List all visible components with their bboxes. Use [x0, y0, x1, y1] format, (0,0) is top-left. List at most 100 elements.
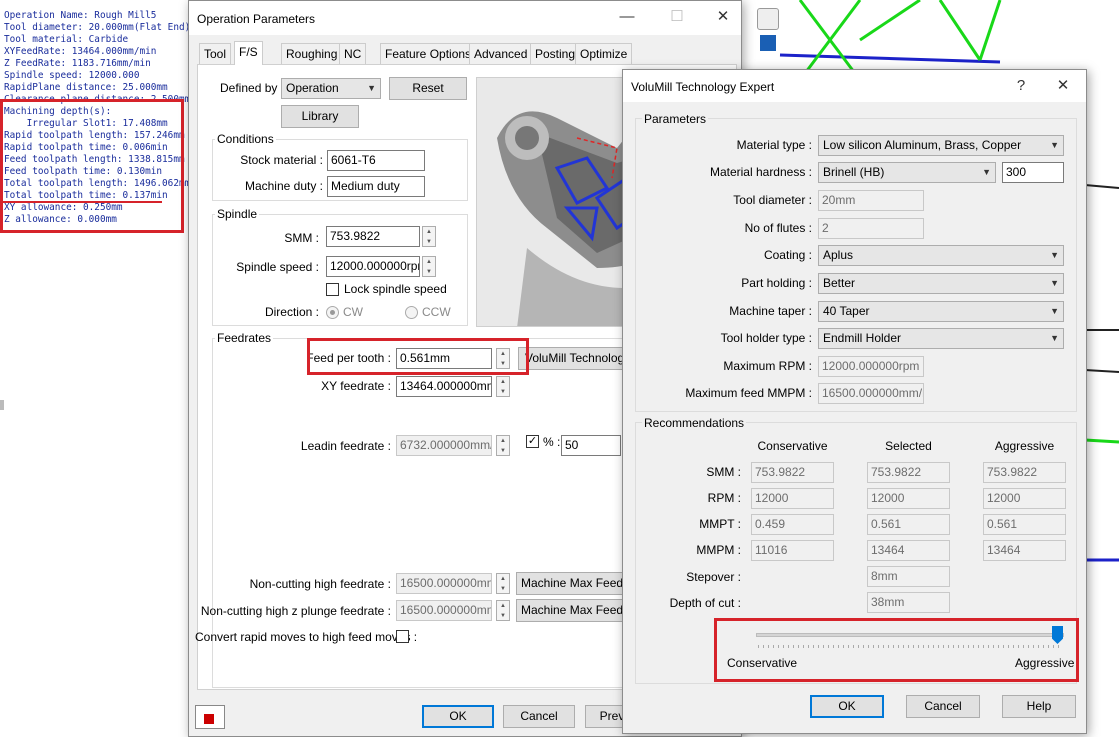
spindle-speed-field[interactable]: 12000.000000rpm: [326, 256, 420, 277]
smm-label: SMM :: [284, 231, 319, 245]
toolbar-icon-list[interactable]: [760, 35, 776, 51]
conditions-title: Conditions: [215, 132, 276, 146]
vm-cancel-button[interactable]: Cancel: [906, 695, 980, 718]
param-select[interactable]: Low silicon Aluminum, Brass, Copper ▼: [818, 135, 1064, 156]
rec-value: 0.561: [983, 514, 1066, 535]
op-ok-button[interactable]: OK: [422, 705, 494, 728]
param-select[interactable]: Brinell (HB) ▼: [818, 162, 996, 183]
smm-field[interactable]: 753.9822: [326, 226, 420, 247]
rec-value: 0.459: [751, 514, 834, 535]
chevron-down-icon: ▼: [1050, 250, 1059, 260]
vm-ok-button[interactable]: OK: [810, 695, 884, 718]
tab-f-s[interactable]: F/S: [234, 41, 263, 65]
feedrates-title: Feedrates: [215, 331, 274, 345]
rec-value: 13464: [867, 540, 950, 561]
titlebar: Operation Parameters — ☐ ✕: [189, 1, 741, 35]
lock-spindle-label: Lock spindle speed: [344, 282, 447, 296]
leadin-feedrate-field[interactable]: 6732.000000mm/m: [396, 435, 492, 456]
rec-label: MMPM :: [696, 543, 741, 557]
leadin-feedrate-spinner[interactable]: ▲ ▼: [496, 435, 510, 456]
noncutting-plunge-feedrate-spinner[interactable]: ▲ ▼: [496, 600, 510, 621]
rec-value: 12000: [867, 488, 950, 509]
lock-spindle-checkbox[interactable]: [326, 283, 339, 296]
percent-label: % :: [543, 435, 561, 449]
machine-duty-label: Machine duty :: [244, 179, 323, 193]
param-label: No of flutes :: [744, 221, 812, 235]
chevron-down-icon: ▼: [1050, 333, 1059, 343]
rec-value: 12000: [983, 488, 1066, 509]
tab-optimize[interactable]: Optimize: [575, 43, 633, 64]
param-label: Coating :: [763, 248, 812, 262]
machine-duty-field[interactable]: Medium duty: [327, 176, 425, 197]
stock-material-field[interactable]: 6061-T6: [327, 150, 425, 171]
param-field: 20mm: [818, 190, 924, 211]
param-select[interactable]: Better ▼: [818, 273, 1064, 294]
info-line: RapidPlane distance: 25.000mm: [4, 82, 168, 93]
library-button[interactable]: Library: [281, 105, 359, 128]
underline-total-time: [2, 201, 162, 203]
param-label: Maximum RPM :: [723, 359, 812, 373]
tab-tool[interactable]: Tool: [199, 43, 232, 64]
close-button[interactable]: ✕: [705, 1, 741, 33]
vm-help-button[interactable]: Help: [1002, 695, 1076, 718]
tab-roughing[interactable]: Roughing: [281, 43, 343, 64]
highlight-feed-per-tooth: [307, 338, 529, 375]
tab-advanced[interactable]: Advanced: [469, 43, 533, 64]
noncutting-high-feedrate-field[interactable]: 16500.000000mm/: [396, 573, 492, 594]
param-select[interactable]: 40 Taper ▼: [818, 301, 1064, 322]
param-label: Machine taper :: [729, 304, 812, 318]
op-cancel-button[interactable]: Cancel: [503, 705, 575, 728]
maximize-button[interactable]: ☐: [659, 1, 695, 33]
xy-feedrate-spinner[interactable]: ▲ ▼: [496, 376, 510, 397]
hardness-value-field[interactable]: 300: [1002, 162, 1064, 183]
cw-radio[interactable]: [326, 306, 339, 319]
param-select[interactable]: Endmill Holder ▼: [818, 328, 1064, 349]
help-icon[interactable]: ?: [1003, 70, 1039, 102]
defined-by-select[interactable]: Operation ▼: [281, 78, 381, 99]
noncutting-high-feedrate-spinner[interactable]: ▲ ▼: [496, 573, 510, 594]
param-label: Material hardness :: [709, 165, 812, 179]
leadin-percent-checkbox[interactable]: ✓: [526, 435, 539, 448]
chevron-down-icon: ▼: [367, 83, 376, 93]
rec-value: 753.9822: [983, 462, 1066, 483]
rec-value: 11016: [751, 540, 834, 561]
leadin-feedrate-label: Leadin feedrate :: [300, 439, 391, 453]
leadin-percent-field[interactable]: 50: [561, 435, 621, 456]
vm-close-button[interactable]: ✕: [1045, 70, 1081, 102]
ccw-radio[interactable]: [405, 306, 418, 319]
rec-label: SMM :: [706, 465, 741, 479]
reset-button[interactable]: Reset: [389, 77, 467, 100]
rec-label: RPM :: [707, 491, 741, 505]
rec-value: 12000: [751, 488, 834, 509]
param-select[interactable]: Aplus ▼: [818, 245, 1064, 266]
toolbar-icon-top[interactable]: [757, 8, 779, 30]
smm-spinner[interactable]: ▲ ▼: [422, 226, 436, 247]
tab-feature-options[interactable]: Feature Options: [380, 43, 477, 64]
spindle-speed-spinner[interactable]: ▲ ▼: [422, 256, 436, 277]
noncutting-plunge-feedrate-field[interactable]: 16500.000000mm/: [396, 600, 492, 621]
xy-feedrate-field[interactable]: 13464.000000mm/: [396, 376, 492, 397]
chevron-down-icon: ▼: [1050, 140, 1059, 150]
tab-nc[interactable]: NC: [339, 43, 367, 64]
left-edge-handle[interactable]: [0, 400, 4, 410]
param-field: 12000.000000rpm: [818, 356, 924, 377]
info-line: XYFeedRate: 13464.000mm/min: [4, 46, 157, 57]
highlight-slider: [714, 618, 1079, 682]
chevron-down-icon: ▼: [1050, 306, 1059, 316]
minimize-button[interactable]: —: [609, 1, 645, 33]
column-header: Aggressive: [994, 439, 1055, 453]
stepover-field: 8mm: [867, 566, 950, 587]
info-line: Tool material: Carbide: [4, 34, 129, 45]
highlight-toolpath-stats: [0, 99, 184, 233]
chevron-down-icon: ▼: [982, 167, 991, 177]
convert-rapid-checkbox[interactable]: [396, 630, 409, 643]
stock-material-label: Stock material :: [240, 153, 323, 167]
param-label: Tool holder type :: [720, 331, 812, 345]
rec-label: MMPT :: [699, 517, 741, 531]
toolpath-icon[interactable]: [195, 705, 225, 729]
column-header: Selected: [885, 439, 932, 453]
column-header: Conservative: [757, 439, 828, 453]
recommendations-title: Recommendations: [642, 416, 747, 430]
tab-posting[interactable]: Posting: [530, 43, 581, 64]
rec-value: 753.9822: [751, 462, 834, 483]
